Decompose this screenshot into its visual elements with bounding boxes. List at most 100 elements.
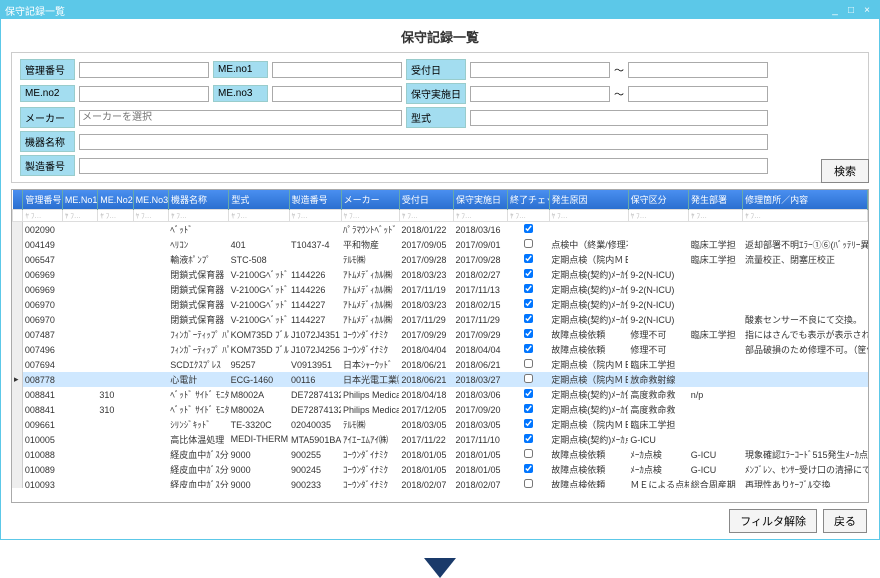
cell: 2018/01/05	[399, 447, 453, 462]
col-filter-cell[interactable]: ﾔ ﾌ…	[341, 210, 399, 222]
grid-filter-row[interactable]: ﾔ ﾌ…ﾔ ﾌ…ﾔ ﾌ…ﾔ ﾌ…ﾔ ﾌ…ﾔ ﾌ…ﾔ ﾌ…ﾔ ﾌ…ﾔ ﾌ…ﾔ ﾌ……	[13, 210, 868, 222]
done-checkbox[interactable]	[524, 254, 533, 263]
col-header[interactable]: ME.No1	[62, 190, 97, 210]
col-filter-cell[interactable]: ﾔ ﾌ…	[689, 210, 743, 222]
table-row[interactable]: 006547輸液ﾎﾟﾝﾌﾟSTC-508ﾃﾙﾓ㈱2017/09/282017/0…	[12, 252, 868, 267]
katashiki-input[interactable]	[470, 110, 768, 126]
done-checkbox[interactable]	[524, 464, 533, 473]
table-row[interactable]: 010093経皮血中ｶﾞｽ分9000900233ｺｰｳﾝﾀﾞｲﾅﾐｸ2018/0…	[12, 477, 868, 488]
done-checkbox[interactable]	[524, 374, 533, 383]
jisshi-to-input[interactable]	[628, 86, 768, 102]
col-filter-cell[interactable]: ﾔ ﾌ…	[549, 210, 628, 222]
col-filter-cell[interactable]	[13, 210, 23, 222]
col-header[interactable]: ME.No2	[98, 190, 133, 210]
col-header[interactable]: 受付日	[399, 190, 453, 210]
table-row[interactable]: 007496ﾌｨﾝｶﾞｰﾃｨｯﾌﾟ ﾊﾟKOM735D ﾌﾞﾙJ1072J425…	[12, 342, 868, 357]
data-grid: 管理番号ME.No1ME.No2ME.No3機器名称型式製造番号メーカー受付日保…	[11, 189, 869, 503]
col-filter-cell[interactable]: ﾔ ﾌ…	[98, 210, 133, 222]
col-header[interactable]: 発生部署	[689, 190, 743, 210]
done-checkbox[interactable]	[524, 389, 533, 398]
cell	[743, 267, 868, 282]
meno2-input[interactable]	[79, 86, 209, 102]
table-row[interactable]: 006969閉鎖式保育器V-2100Gﾍﾞｯﾄﾞ1144226ｱﾄﾑﾒﾃﾞｨｶﾙ…	[12, 267, 868, 282]
seizo-input[interactable]	[79, 158, 768, 174]
table-row[interactable]: 010088経皮血中ｶﾞｽ分9000900255ｺｰｳﾝﾀﾞｲﾅﾐｸ2018/0…	[12, 447, 868, 462]
col-header[interactable]: ME.No3	[133, 190, 168, 210]
col-filter-cell[interactable]: ﾔ ﾌ…	[453, 210, 507, 222]
cell: 日本ｼｬｰｳｯﾄﾞ	[341, 357, 399, 372]
grid-body[interactable]: 002090ﾍﾞｯﾄﾞﾊﾟﾗﾏｳﾝﾄﾍﾞｯﾄﾞ2018/01/222018/03…	[12, 222, 868, 488]
cell: V0913951	[289, 357, 341, 372]
cell: ＭＥによる点検	[628, 477, 688, 488]
done-checkbox[interactable]	[524, 314, 533, 323]
clear-filter-button[interactable]: フィルタ解除	[729, 509, 817, 533]
table-row[interactable]: 006970閉鎖式保育器V-2100Gﾍﾞｯﾄﾞ1144227ｱﾄﾑﾒﾃﾞｨｶﾙ…	[12, 312, 868, 327]
done-checkbox[interactable]	[524, 239, 533, 248]
col-header[interactable]: メーカー	[341, 190, 399, 210]
table-row[interactable]: 006970閉鎖式保育器V-2100Gﾍﾞｯﾄﾞ1144227ｱﾄﾑﾒﾃﾞｨｶﾙ…	[12, 297, 868, 312]
table-row[interactable]: 004149ﾍﾘｺﾝ401T10437-4平和物産2017/09/052017/…	[12, 237, 868, 252]
close-button[interactable]: ×	[859, 5, 875, 16]
kanri-input[interactable]	[79, 62, 209, 78]
maximize-button[interactable]: □	[843, 5, 859, 16]
search-button[interactable]: 検索	[821, 159, 869, 183]
col-header[interactable]: 管理番号	[23, 190, 63, 210]
table-row[interactable]: ▸008778心電計ECG-146000116日本光電工業㈱2018/06/21…	[12, 372, 868, 387]
table-row[interactable]: 010005高比体温処理MEDI-THERMⅢMTA5901BA3000ｱｲｴｰ…	[12, 432, 868, 447]
col-header[interactable]: 型式	[229, 190, 289, 210]
col-header[interactable]: 終了チェック	[508, 190, 550, 210]
col-header[interactable]: 保守実施日	[453, 190, 507, 210]
maker-select[interactable]	[79, 110, 402, 126]
table-row[interactable]: 002090ﾍﾞｯﾄﾞﾊﾟﾗﾏｳﾝﾄﾍﾞｯﾄﾞ2018/01/222018/03…	[12, 222, 868, 237]
col-filter-cell[interactable]: ﾔ ﾌ…	[133, 210, 168, 222]
minimize-button[interactable]: _	[827, 5, 843, 16]
done-checkbox[interactable]	[524, 329, 533, 338]
col-header[interactable]: 発生原因	[549, 190, 628, 210]
cell: V-2100Gﾍﾞｯﾄﾞ	[229, 282, 289, 297]
col-header[interactable]: 機器名称	[168, 190, 228, 210]
col-filter-cell[interactable]: ﾔ ﾌ…	[508, 210, 550, 222]
table-row[interactable]: 007694SCDｴｸｽﾌﾟﾚｽ95257V0913951日本ｼｬｰｳｯﾄﾞ20…	[12, 357, 868, 372]
cell: 010089	[22, 462, 62, 477]
col-header[interactable]: 保守区分	[628, 190, 688, 210]
back-button[interactable]: 戻る	[823, 509, 867, 533]
table-row[interactable]: 006969閉鎖式保育器V-2100Gﾍﾞｯﾄﾞ1144226ｱﾄﾑﾒﾃﾞｨｶﾙ…	[12, 282, 868, 297]
done-checkbox[interactable]	[524, 479, 533, 488]
jisshi-from-input[interactable]	[470, 86, 610, 102]
done-checkbox[interactable]	[524, 359, 533, 368]
col-filter-cell[interactable]: ﾔ ﾌ…	[289, 210, 341, 222]
meno1-input[interactable]	[272, 62, 402, 78]
done-checkbox[interactable]	[524, 449, 533, 458]
col-filter-cell[interactable]: ﾔ ﾌ…	[628, 210, 688, 222]
table-row[interactable]: 010089経皮血中ｶﾞｽ分9000900245ｺｰｳﾝﾀﾞｲﾅﾐｸ2018/0…	[12, 462, 868, 477]
col-filter-cell[interactable]: ﾔ ﾌ…	[168, 210, 228, 222]
table-row[interactable]: 009661ｼﾘﾝｼﾞｷｯﾄﾞTE-3320C02040035ﾃﾙﾓ㈱2018/…	[12, 417, 868, 432]
kikimei-input[interactable]	[79, 134, 768, 150]
col-filter-cell[interactable]: ﾔ ﾌ…	[229, 210, 289, 222]
cell	[508, 252, 550, 267]
done-checkbox[interactable]	[524, 269, 533, 278]
cell: 故障点検依頼	[549, 477, 628, 488]
horizontal-scrollbar[interactable]	[12, 488, 868, 502]
col-header[interactable]	[13, 190, 23, 210]
col-filter-cell[interactable]: ﾔ ﾌ…	[62, 210, 97, 222]
col-filter-cell[interactable]: ﾔ ﾌ…	[399, 210, 453, 222]
uketsuke-from-input[interactable]	[470, 62, 610, 78]
done-checkbox[interactable]	[524, 224, 533, 233]
done-checkbox[interactable]	[524, 419, 533, 428]
done-checkbox[interactable]	[524, 284, 533, 293]
col-header[interactable]: 製造番号	[289, 190, 341, 210]
col-header[interactable]: 修理箇所／内容	[743, 190, 868, 210]
meno3-input[interactable]	[272, 86, 402, 102]
table-row[interactable]: 008841310ﾍﾞｯﾄﾞ ｻｲﾄﾞ ﾓﾆﾀM8002ADE72874132P…	[12, 387, 868, 402]
done-checkbox[interactable]	[524, 434, 533, 443]
done-checkbox[interactable]	[524, 299, 533, 308]
done-checkbox[interactable]	[524, 404, 533, 413]
cell: 高度救命救	[628, 387, 688, 402]
table-row[interactable]: 008841310ﾍﾞｯﾄﾞ ｻｲﾄﾞ ﾓﾆﾀM8002ADE72874132P…	[12, 402, 868, 417]
col-filter-cell[interactable]: ﾔ ﾌ…	[23, 210, 63, 222]
done-checkbox[interactable]	[524, 344, 533, 353]
col-filter-cell[interactable]: ﾔ ﾌ…	[743, 210, 868, 222]
table-row[interactable]: 007487ﾌｨﾝｶﾞｰﾃｨｯﾌﾟ ﾊﾟKOM735D ﾌﾞﾙJ1072J435…	[12, 327, 868, 342]
uketsuke-to-input[interactable]	[628, 62, 768, 78]
